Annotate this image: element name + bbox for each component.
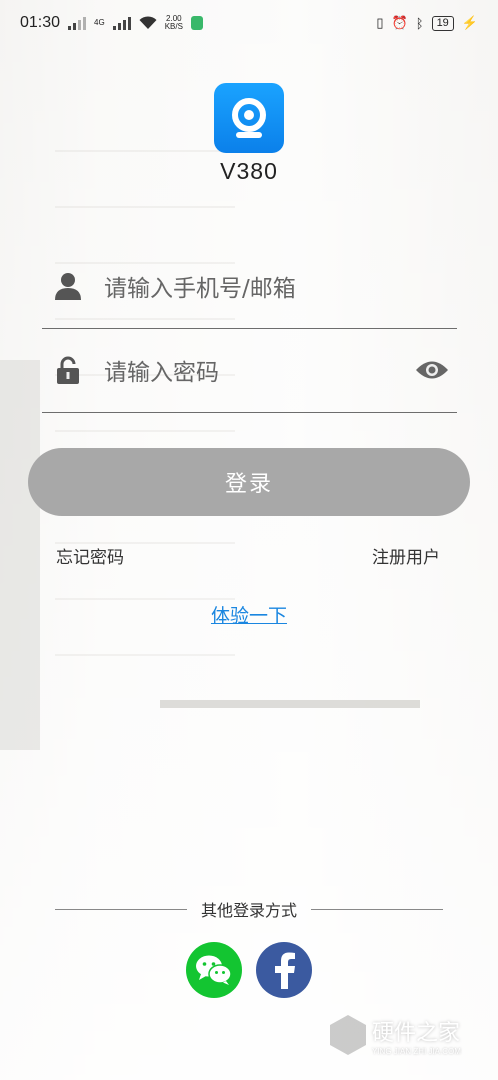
register-link[interactable]: 注册用户: [372, 543, 440, 568]
network-type: 4G: [94, 18, 105, 27]
net-speed: 2.00 KB/S: [165, 15, 183, 31]
show-password-icon[interactable]: [407, 359, 457, 381]
other-login-title: 其他登录方式: [201, 901, 298, 920]
battery-icon: 19: [431, 15, 454, 31]
lock-icon: [42, 356, 94, 384]
username-field[interactable]: 请输入手机号/邮箱: [42, 244, 457, 329]
app-name: V380: [220, 158, 278, 184]
other-login-divider: 其他登录方式: [55, 897, 444, 921]
wechat-icon: [196, 955, 232, 985]
watermark-text: 硬件之家: [372, 1020, 461, 1046]
status-time: 01:30: [20, 14, 61, 31]
divider-line-left: [55, 908, 187, 910]
app-logo: [214, 83, 284, 153]
watermark-subtext: YING JIAN ZHI JIA.COM: [372, 1046, 461, 1056]
user-icon: [42, 272, 94, 300]
status-bar: 01:30 4G 2.00 KB/S ▯ ⏰ ᛒ 19 ⚡: [0, 0, 498, 46]
background-table: [160, 700, 420, 708]
password-field[interactable]: 请输入密码: [42, 328, 457, 413]
divider-line-right: [311, 908, 444, 910]
trial-link[interactable]: 体验一下: [0, 601, 498, 628]
forgot-password-link[interactable]: 忘记密码: [56, 543, 124, 568]
vibrate-icon: ▯: [376, 15, 384, 30]
bluetooth-icon: ᛒ: [415, 15, 424, 31]
signal-icon: [68, 16, 87, 30]
password-input[interactable]: 请输入密码: [104, 353, 407, 387]
alarm-icon: ⏰: [391, 15, 408, 30]
charging-icon: ⚡: [461, 15, 478, 30]
wechat-login-button[interactable]: [186, 942, 242, 998]
wifi-icon: [139, 16, 157, 29]
username-input[interactable]: 请输入手机号/邮箱: [104, 269, 457, 303]
background-window: [0, 360, 40, 750]
facebook-icon: [275, 952, 295, 989]
camera-icon: [232, 98, 266, 138]
login-button[interactable]: 登录: [28, 448, 470, 516]
watermark: 硬件之家 YING JIAN ZHI JIA.COM: [330, 1005, 490, 1065]
watermark-logo-icon: [330, 1015, 366, 1055]
signal-icon-2: [112, 16, 131, 30]
net-speed-unit: KB/S: [164, 22, 183, 31]
notification-icon: [190, 16, 203, 30]
facebook-login-button[interactable]: [256, 942, 312, 998]
